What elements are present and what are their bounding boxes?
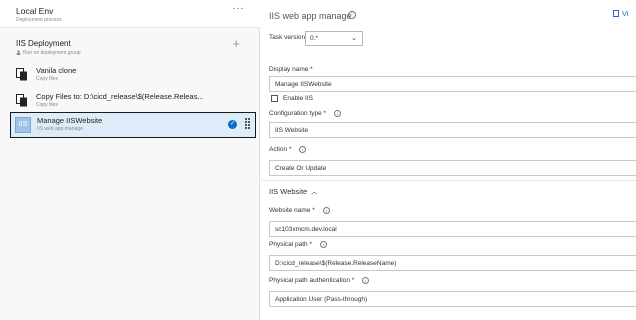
physical-path-auth-select[interactable]: Application User (Pass-through)	[269, 291, 636, 307]
pipeline-sidebar: Local Env Deployment process ··· IIS Dep…	[0, 0, 260, 320]
phase-subtitle-text: Run on deployment group	[23, 50, 81, 56]
copy-files-icon	[16, 94, 27, 107]
configuration-type-select[interactable]: IIS Website	[269, 122, 636, 138]
deployment-group-icon	[16, 50, 21, 55]
task-subtitle: Copy files	[36, 76, 58, 82]
task-version-label: Task version	[269, 34, 306, 41]
chevron-down-icon: ⌄	[351, 35, 357, 42]
info-icon[interactable]: i	[348, 11, 356, 19]
action-select[interactable]: Create Or Update	[269, 160, 636, 176]
physical-path-auth-label: Physical path authentication * i	[269, 277, 370, 284]
section-title: IIS Website	[269, 187, 308, 196]
info-icon[interactable]: i	[362, 277, 370, 284]
task-version-value: 0.*	[310, 35, 318, 42]
info-icon[interactable]: i	[299, 146, 307, 153]
configuration-type-label: Configuration type * i	[269, 110, 342, 117]
section-divider	[261, 180, 636, 181]
action-label: Action * i	[269, 146, 307, 153]
info-icon[interactable]: i	[334, 110, 342, 117]
drag-handle-icon[interactable]	[245, 118, 250, 132]
copy-files-icon	[16, 68, 27, 81]
physical-path-auth-label-text: Physical path authentication *	[269, 277, 355, 284]
task-name: Manage IISWebsite	[37, 116, 103, 125]
iis-website-section-toggle[interactable]: IIS Website ︿	[269, 187, 317, 196]
more-options-icon[interactable]: ···	[233, 3, 245, 14]
view-yaml-link[interactable]: Vi	[613, 9, 629, 18]
iis-icon: IIS	[15, 117, 31, 133]
task-item-vanila-clone[interactable]: Vanila clone Copy files	[10, 62, 256, 88]
task-item-manage-iis-website[interactable]: IIS Manage IISWebsite IIS web app manage…	[10, 112, 256, 138]
task-subtitle: IIS web app manage	[37, 126, 83, 132]
enable-iis-checkbox[interactable]	[271, 95, 278, 102]
task-settings-panel: IIS web app manage i Vi Task version 0.*…	[261, 0, 636, 320]
display-name-label: Display name *	[269, 66, 313, 73]
phase-title: IIS Deployment	[16, 39, 71, 48]
task-subtitle: Copy files	[36, 102, 58, 108]
environment-header[interactable]: Local Env Deployment process ···	[0, 0, 260, 28]
physical-path-input[interactable]: D:\cicd_release\$(Release.ReleaseName)	[269, 255, 636, 271]
add-task-icon[interactable]: +	[232, 37, 240, 50]
enable-iis-label: Enable IIS	[283, 95, 313, 102]
website-name-input[interactable]: sc103xmcm.dev.local	[269, 221, 636, 237]
website-name-label-text: Website name *	[269, 207, 315, 214]
task-version-select[interactable]: 0.* ⌄	[305, 31, 363, 46]
chevron-up-icon: ︿	[311, 190, 318, 196]
action-label-text: Action *	[269, 146, 292, 153]
display-name-input[interactable]: Manage IISWebsite	[269, 76, 636, 92]
view-link-label: Vi	[622, 9, 629, 18]
enabled-check-icon: ✓	[228, 120, 237, 129]
task-name: Copy Files to: D:\cicd_release\$(Release…	[36, 92, 204, 101]
deployment-phase[interactable]: IIS Deployment Run on deployment group +	[0, 34, 260, 60]
info-icon[interactable]: i	[320, 241, 327, 248]
document-icon	[613, 10, 619, 17]
task-name: Vanila clone	[36, 66, 77, 75]
configuration-type-label-text: Configuration type *	[269, 110, 327, 117]
environment-subtitle: Deployment process	[16, 17, 62, 23]
physical-path-label-text: Physical path *	[269, 241, 312, 248]
physical-path-label: Physical path * i	[269, 241, 327, 248]
website-name-label: Website name * i	[269, 207, 330, 214]
phase-subtitle: Run on deployment group	[16, 50, 81, 56]
panel-title: IIS web app manage	[269, 11, 352, 21]
task-item-copy-files[interactable]: Copy Files to: D:\cicd_release\$(Release…	[10, 88, 256, 114]
info-icon[interactable]: i	[322, 207, 330, 214]
environment-title: Local Env	[16, 6, 54, 16]
